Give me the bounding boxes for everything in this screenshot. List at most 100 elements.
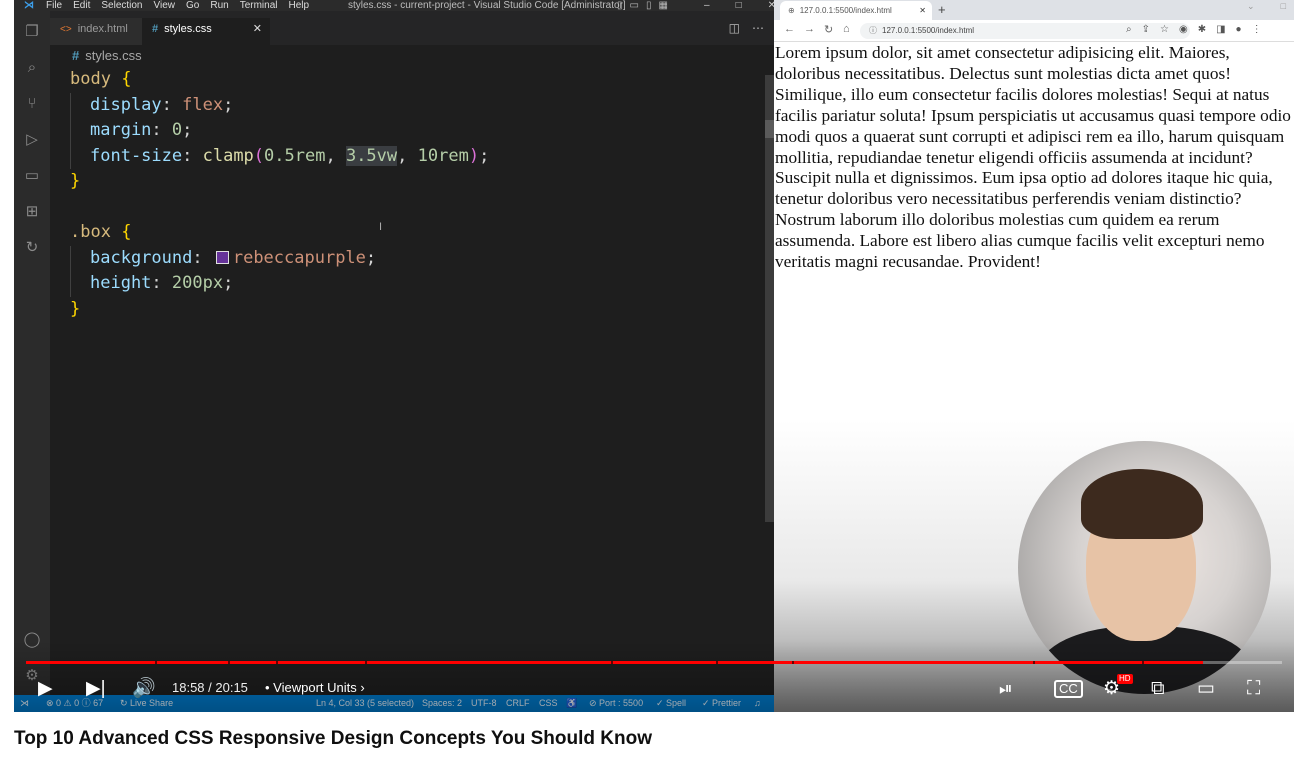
info-icon[interactable]: ⓘ xyxy=(869,26,877,35)
presenter-hair xyxy=(1081,469,1203,539)
progress-played xyxy=(26,661,1203,664)
account-icon[interactable]: ◯ xyxy=(23,631,41,649)
chapter-marker xyxy=(365,661,367,664)
theater-mode-icon[interactable]: ▭ xyxy=(1197,676,1215,702)
video-frame[interactable]: ⋊ File Edit Selection View Go Run Termin… xyxy=(14,0,1294,712)
editor-scrollbar[interactable] xyxy=(765,75,774,522)
customize-layout-icon[interactable]: ▦ xyxy=(658,0,667,11)
chapter-label: Viewport Units xyxy=(273,680,357,695)
page-body-text: Lorem ipsum dolor, sit amet consectetur … xyxy=(775,43,1291,272)
zoom-icon[interactable]: ⌕ xyxy=(1126,24,1132,35)
live-share-icon[interactable]: ↻ xyxy=(23,239,41,257)
extension-icon[interactable]: ◉ xyxy=(1179,24,1188,35)
menu-run[interactable]: Run xyxy=(210,0,228,11)
miniplayer-icon[interactable]: ⧉ xyxy=(1151,676,1165,702)
explorer-icon[interactable]: ❐ xyxy=(23,23,41,41)
forward-icon[interactable]: → xyxy=(804,23,815,35)
selector-body: body xyxy=(70,69,111,89)
property: height xyxy=(90,273,152,293)
side-panel-icon[interactable]: ◨ xyxy=(1216,24,1225,35)
chapter-marker xyxy=(792,661,794,664)
toggle-sidebar-icon[interactable]: ▯ xyxy=(617,0,623,11)
scrollbar-thumb[interactable] xyxy=(765,120,774,138)
next-video-icon[interactable]: ▶| xyxy=(86,676,106,702)
tab-index-html[interactable]: <> index.html xyxy=(50,18,142,45)
time-display: 18:58 / 20:15 xyxy=(172,680,248,695)
player-controls: ▶ ▶| 🔊 18:58 / 20:15 • Viewport Units › … xyxy=(14,672,1294,706)
code-line: .box { xyxy=(70,222,132,242)
search-icon[interactable]: ⌕ xyxy=(23,59,41,77)
code-line: margin: 0; xyxy=(70,118,489,144)
browser-tab-title: 127.0.0.1:5500/index.html xyxy=(799,6,892,15)
volume-icon[interactable]: 🔊 xyxy=(132,676,156,702)
run-debug-icon[interactable]: ▷ xyxy=(23,131,41,149)
maximize-icon[interactable]: □ xyxy=(736,0,742,11)
home-icon[interactable]: ⌂ xyxy=(843,23,850,35)
selected-value: 3.5vw xyxy=(345,145,398,166)
maximize-icon[interactable]: □ xyxy=(1281,0,1286,12)
menu-view[interactable]: View xyxy=(154,0,176,11)
property: background xyxy=(90,247,193,268)
share-icon[interactable]: ⇪ xyxy=(1142,24,1150,35)
vscode-titlebar: ⋊ File Edit Selection View Go Run Termin… xyxy=(14,0,776,11)
source-control-icon[interactable]: ⑂ xyxy=(23,95,41,113)
code-content[interactable]: body { display: flex; margin: 0; font-si… xyxy=(70,67,489,322)
vscode-logo-icon: ⋊ xyxy=(24,0,34,11)
breadcrumb[interactable]: # styles.css xyxy=(72,45,142,67)
selector-box: .box xyxy=(70,222,111,242)
code-line: display: flex; xyxy=(70,92,489,118)
bookmark-star-icon[interactable]: ☆ xyxy=(1160,24,1169,35)
extensions-icon[interactable]: ⊞ xyxy=(23,203,41,221)
value: 0 xyxy=(171,120,183,140)
minimize-icon[interactable]: ⌄ xyxy=(1247,0,1255,12)
autoplay-toggle[interactable]: ⏯ xyxy=(999,676,1013,702)
profile-avatar-icon[interactable]: ● xyxy=(1236,24,1242,35)
remote-explorer-icon[interactable]: ▭ xyxy=(23,167,41,185)
code-line: } xyxy=(70,171,81,191)
tab-actions: ◫ ⋯ xyxy=(729,21,764,35)
split-editor-icon[interactable]: ◫ xyxy=(729,21,740,35)
tab-close-icon[interactable]: ✕ xyxy=(253,18,262,40)
menu-kebab-icon[interactable]: ⋮ xyxy=(1252,24,1262,35)
tab-styles-css[interactable]: # styles.css ✕ xyxy=(142,18,270,45)
close-tab-icon[interactable]: ✕ xyxy=(919,1,926,20)
new-tab-icon[interactable]: + xyxy=(938,0,946,20)
menu-selection[interactable]: Selection xyxy=(101,0,142,11)
chapter-marker xyxy=(611,661,613,664)
chapter-marker xyxy=(1142,661,1144,664)
menu-help[interactable]: Help xyxy=(289,0,310,11)
code-editor[interactable]: # styles.css body { display: flex; margin… xyxy=(50,45,774,695)
menu-file[interactable]: File xyxy=(46,0,62,11)
layout-controls: ▯ ▭ ▯ ▦ xyxy=(617,0,668,11)
browser-tab[interactable]: ⊕ 127.0.0.1:5500/index.html ✕ xyxy=(780,1,932,20)
globe-icon: ⊕ xyxy=(788,6,795,15)
url-text: 127.0.0.1:5500/index.html xyxy=(882,26,975,35)
property: display xyxy=(90,94,162,115)
chapter-title[interactable]: • Viewport Units › xyxy=(265,680,365,695)
minimize-icon[interactable]: – xyxy=(704,0,710,11)
toggle-panel-icon[interactable]: ▭ xyxy=(630,0,639,11)
browser-tab-bar: ⊕ 127.0.0.1:5500/index.html ✕ + ⌄ □ xyxy=(774,0,1294,20)
property: font-size xyxy=(90,145,183,166)
hd-badge: HD xyxy=(1117,674,1133,684)
more-actions-icon[interactable]: ⋯ xyxy=(752,21,764,35)
reload-icon[interactable]: ↻ xyxy=(824,23,833,36)
value: 10rem xyxy=(417,145,469,166)
progress-bar[interactable] xyxy=(26,661,1282,664)
subtitles-cc-icon[interactable]: CC xyxy=(1054,680,1083,698)
color-swatch-icon[interactable] xyxy=(215,250,229,264)
menu-go[interactable]: Go xyxy=(186,0,199,11)
value: rebeccapurple xyxy=(232,247,366,268)
menu-terminal[interactable]: Terminal xyxy=(240,0,278,11)
fullscreen-icon[interactable]: ⛶ xyxy=(1247,676,1260,702)
puzzle-extensions-icon[interactable]: ✱ xyxy=(1198,24,1206,35)
back-icon[interactable]: ← xyxy=(784,23,795,35)
property: margin xyxy=(90,120,152,140)
browser-extensions: ⌕ ⇪ ☆ ◉ ✱ ◨ ● ⋮ xyxy=(1126,24,1262,35)
chapter-marker xyxy=(228,661,230,664)
chapter-marker xyxy=(276,661,278,664)
play-icon[interactable]: ▶ xyxy=(38,676,53,702)
toggle-secondary-sidebar-icon[interactable]: ▯ xyxy=(646,0,652,11)
menu-edit[interactable]: Edit xyxy=(73,0,90,11)
